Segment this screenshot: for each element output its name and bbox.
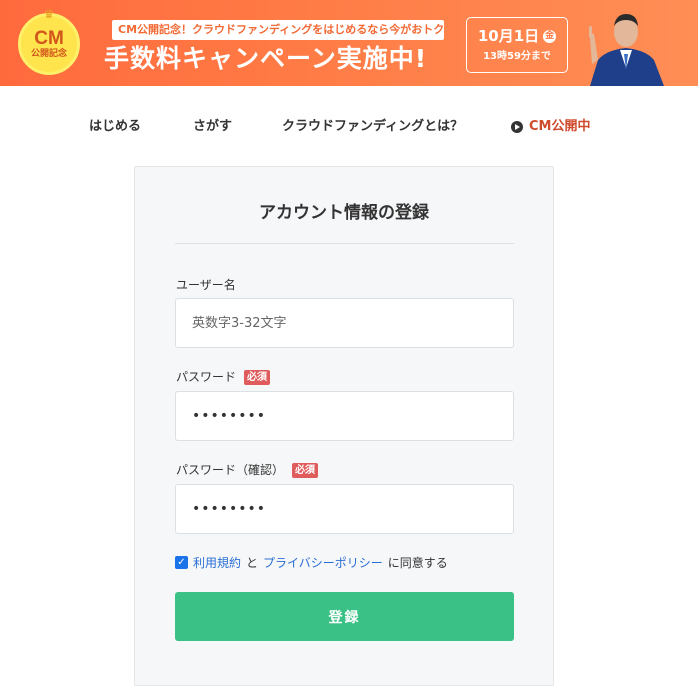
form-title: アカウント情報の登録 (259, 203, 429, 223)
registration-form: アカウント情報の登録 ユーザー名 パスワード 必須 パスワード（確認） 必須 ✓… (134, 166, 554, 686)
cm-badge-main: CM (34, 27, 64, 49)
agree-row: ✓ 利用規約とプライバシーポリシー に同意する (175, 554, 448, 571)
privacy-policy-link[interactable]: プライバシーポリシー (263, 554, 383, 571)
nav-hajimeru[interactable]: はじめる (89, 118, 141, 136)
agree-and-text: と (246, 556, 259, 570)
campaign-banner[interactable]: ♛ CM 公開記念 CM公開記念！クラウドファンディングをはじめるなら今がおトク… (0, 0, 698, 86)
countdown-box: 10月1日 金 13時59分まで (466, 17, 568, 73)
terms-link[interactable]: 利用規約 (193, 554, 241, 571)
username-input[interactable] (175, 298, 514, 348)
nav-sagasu[interactable]: さがす (193, 118, 232, 136)
cm-badge: ♛ CM 公開記念 (18, 8, 80, 75)
banner-subtitle: CM公開記念！クラウドファンディングをはじめるなら今がおトク (112, 20, 444, 40)
banner-title: 手数料キャンペーン実施中! (104, 44, 428, 73)
password-label: パスワード 必須 (176, 369, 271, 385)
cm-badge-sub: 公開記念 (30, 48, 67, 59)
main-nav: はじめる さがす クラウドファンディングとは？ CM公開中 (0, 110, 698, 144)
countdown-remaining: 13時59分まで (483, 51, 551, 62)
username-label: ユーザー名 (176, 277, 236, 293)
password-label-text: パスワード (176, 370, 237, 384)
password-input[interactable] (175, 391, 514, 441)
password-confirm-required-badge: 必須 (292, 462, 319, 478)
crown-icon: ♛ (43, 7, 55, 21)
register-button[interactable]: 登録 (175, 592, 514, 641)
nav-about-crowdfunding[interactable]: クラウドファンディングとは？ (282, 118, 463, 136)
username-label-text: ユーザー名 (176, 278, 236, 292)
spokesperson-image (589, 14, 664, 86)
password-required-badge: 必須 (244, 369, 271, 385)
title-divider (175, 243, 514, 244)
agree-suffix-text: に同意する (387, 556, 448, 570)
countdown-day: 金 (543, 29, 557, 43)
agree-checkbox[interactable]: ✓ (175, 556, 188, 569)
password-confirm-label: パスワード（確認） 必須 (176, 462, 319, 478)
password-confirm-label-text: パスワード（確認） (176, 463, 285, 477)
password-confirm-input[interactable] (175, 484, 514, 534)
nav-cm-link[interactable]: CM公開中 (511, 118, 590, 136)
play-icon (511, 121, 523, 133)
nav-cm-label: CM公開中 (529, 119, 591, 134)
countdown-date: 10月1日 (477, 27, 540, 45)
